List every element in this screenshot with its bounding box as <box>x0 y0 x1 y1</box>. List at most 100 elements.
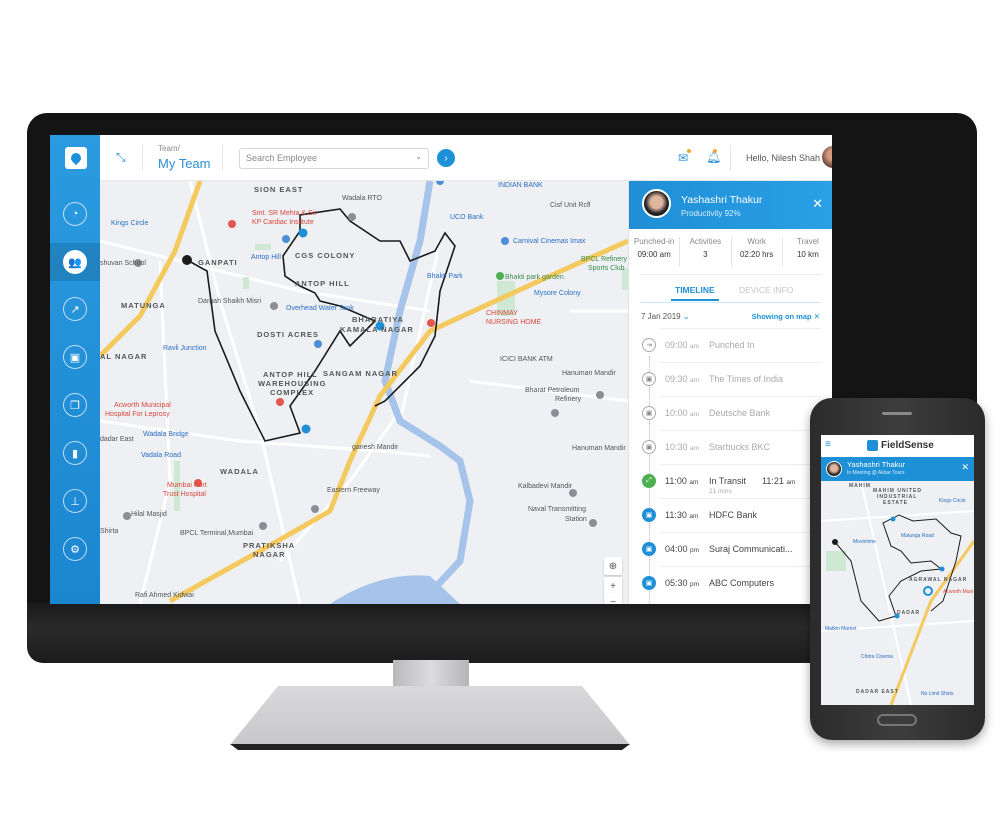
search-go-button[interactable]: › <box>437 149 455 167</box>
employee-detail-panel: Yashashri Thakur Productivity 92% ✕ Punc… <box>628 181 832 604</box>
stat-value: 10 km <box>796 250 819 259</box>
divider <box>641 274 821 275</box>
hospital-pin-icon[interactable] <box>427 319 435 327</box>
map-label: BPCL Refinery <box>581 256 628 263</box>
map-label: Matkin Market <box>825 626 857 632</box>
sidebar-item-reports[interactable]: ▮ <box>50 434 100 472</box>
phone-speaker <box>882 412 912 415</box>
map-label: Wadala Bridge <box>143 431 189 438</box>
place-pin-icon[interactable] <box>311 505 319 513</box>
close-panel-icon[interactable]: ✕ <box>812 196 823 212</box>
map-label: Naval Transmitting <box>528 506 586 513</box>
timeline-item[interactable]: ▣ 04:00 pm Suraj Communicati... <box>629 532 832 566</box>
timeline-item[interactable]: ▣ 05:30 pm ABC Computers <box>629 566 832 600</box>
visit-marker[interactable] <box>301 424 311 434</box>
temple-pin-icon[interactable] <box>551 409 559 417</box>
app-brand: FieldSense <box>881 440 934 451</box>
map-label: Carnival Cinemas Imax <box>513 238 586 245</box>
place-pin-icon[interactable] <box>282 235 290 243</box>
sidebar-item-dashboard[interactable]: ◔ <box>50 195 100 233</box>
timeline-title: ABC Computers <box>709 578 775 588</box>
map-park <box>255 244 271 250</box>
tab-device-info[interactable]: DEVICE INFO <box>739 285 793 295</box>
hamburger-menu-icon[interactable]: ≡ <box>825 439 831 450</box>
zoom-out-button[interactable]: − <box>604 593 622 604</box>
timeline-item[interactable]: ▣ 09:30 am The Times of India <box>629 362 832 396</box>
close-icon[interactable]: ✕ <box>961 462 969 473</box>
showing-on-map-toggle[interactable]: Showing on map ✕ <box>752 312 820 321</box>
minus-icon: − <box>610 596 616 605</box>
map-label: Bhakti park garden <box>505 274 564 281</box>
sidebar-item-team[interactable]: 👥 <box>50 243 100 281</box>
route-start-marker[interactable] <box>182 255 192 265</box>
visit-marker[interactable] <box>298 228 308 238</box>
visit-marker[interactable] <box>939 566 945 572</box>
map-label: Movietime <box>853 539 876 545</box>
map-label: Antop Hill <box>251 254 281 261</box>
place-pin-icon[interactable] <box>596 391 604 399</box>
map-park <box>243 277 249 289</box>
chevron-down-icon: ⌄ <box>415 152 422 161</box>
map-label: DOSTI ACRES <box>257 330 319 339</box>
mail-icon[interactable]: ✉ <box>678 151 688 165</box>
map-label: SANGAM NAGAR <box>323 369 398 378</box>
timeline-time: 09:00 am <box>665 340 700 350</box>
map-label: BPCL Terminal,Mumbai <box>180 530 254 537</box>
timeline-item[interactable]: ▣ 10:30 am Starbucks BKC <box>629 430 832 464</box>
visit-marker[interactable] <box>890 516 896 522</box>
divider <box>660 532 821 533</box>
chevron-down-icon: ⌄ <box>682 312 690 321</box>
place-pin-icon[interactable] <box>270 302 278 310</box>
map-label: CGS COLONY <box>295 251 356 260</box>
user-avatar[interactable] <box>822 146 832 168</box>
header-divider <box>222 145 223 171</box>
route-start-marker[interactable] <box>832 539 838 545</box>
expand-icon[interactable]: ⤡ <box>116 150 126 165</box>
timeline-item[interactable]: ▣ 10:00 am Deutsche Bank <box>629 396 832 430</box>
app-logo[interactable] <box>65 147 87 169</box>
place-pin-icon[interactable] <box>259 522 267 530</box>
sidebar: ◔ 👥 ↗ ▣ ❐ ▮ ⊥ ⚙ <box>50 135 100 604</box>
mosque-pin-icon[interactable] <box>123 512 131 520</box>
map-label: MATUNGA <box>121 301 166 310</box>
divider <box>660 396 821 397</box>
place-pin-icon[interactable] <box>314 340 322 348</box>
map-view[interactable]: SION EAST Wadala RTO INDIAN BANK Smt. SR Me… <box>100 181 628 604</box>
sidebar-item-analytics[interactable]: ↗ <box>50 290 100 328</box>
sidebar-item-settings[interactable]: ⚙ <box>50 530 100 568</box>
hospital-pin-icon[interactable] <box>228 220 236 228</box>
cinema-pin-icon[interactable] <box>501 237 509 245</box>
park-pin-icon[interactable] <box>496 272 504 280</box>
my-location-button[interactable]: ⊕ <box>604 557 622 575</box>
stat-label: Travel <box>796 237 819 246</box>
current-location-pin-icon[interactable] <box>923 586 933 596</box>
place-pin-icon[interactable] <box>348 213 356 221</box>
panel-tabs: TIMELINE DEVICE INFO <box>641 285 821 303</box>
sidebar-item-hierarchy[interactable]: ⊥ <box>50 482 100 520</box>
divider <box>660 362 821 363</box>
bank-pin-icon[interactable] <box>436 181 444 185</box>
sidebar-item-activities[interactable]: ▣ <box>50 338 100 376</box>
page-title: My Team <box>158 156 211 171</box>
map-label: COMPLEX <box>270 388 315 397</box>
breadcrumb[interactable]: Team/ <box>158 144 180 153</box>
tab-timeline[interactable]: TIMELINE <box>671 285 719 301</box>
header-divider <box>142 145 143 171</box>
place-pin-icon[interactable] <box>589 519 597 527</box>
mobile-map[interactable]: MAHIM MAHIM UNITED INDUSTRIAL ESTATE Kings C… <box>821 480 974 705</box>
timeline-item[interactable]: ▣ 11:30 am HDFC Bank <box>629 498 832 532</box>
monitor-stand-base <box>230 686 630 745</box>
sidebar-item-documents[interactable]: ❐ <box>50 386 100 424</box>
timeline-item[interactable]: ⇥ 09:00 am Punched In <box>629 328 832 362</box>
map-label: Acworth Municipal <box>114 402 171 409</box>
map-label: Bhakti Park <box>427 273 463 280</box>
date-selector[interactable]: 7 Jan 2019 ⌄ <box>641 312 690 321</box>
map-label: Smt. SR Mehta & Sir <box>252 210 317 217</box>
search-employee-select[interactable]: Search Employee ⌄ <box>239 148 429 169</box>
map-label: GANPATI <box>198 258 238 267</box>
timeline-item[interactable]: ⤢ 11:00 am In Transit 21 mins 11:21 am <box>629 464 832 498</box>
map-label: Rafi Ahmed Kidwai <box>135 592 194 599</box>
briefcase-icon: ▣ <box>642 508 656 522</box>
hospital-pin-icon[interactable] <box>276 398 284 406</box>
stat-value: 09:00 am <box>637 250 671 259</box>
